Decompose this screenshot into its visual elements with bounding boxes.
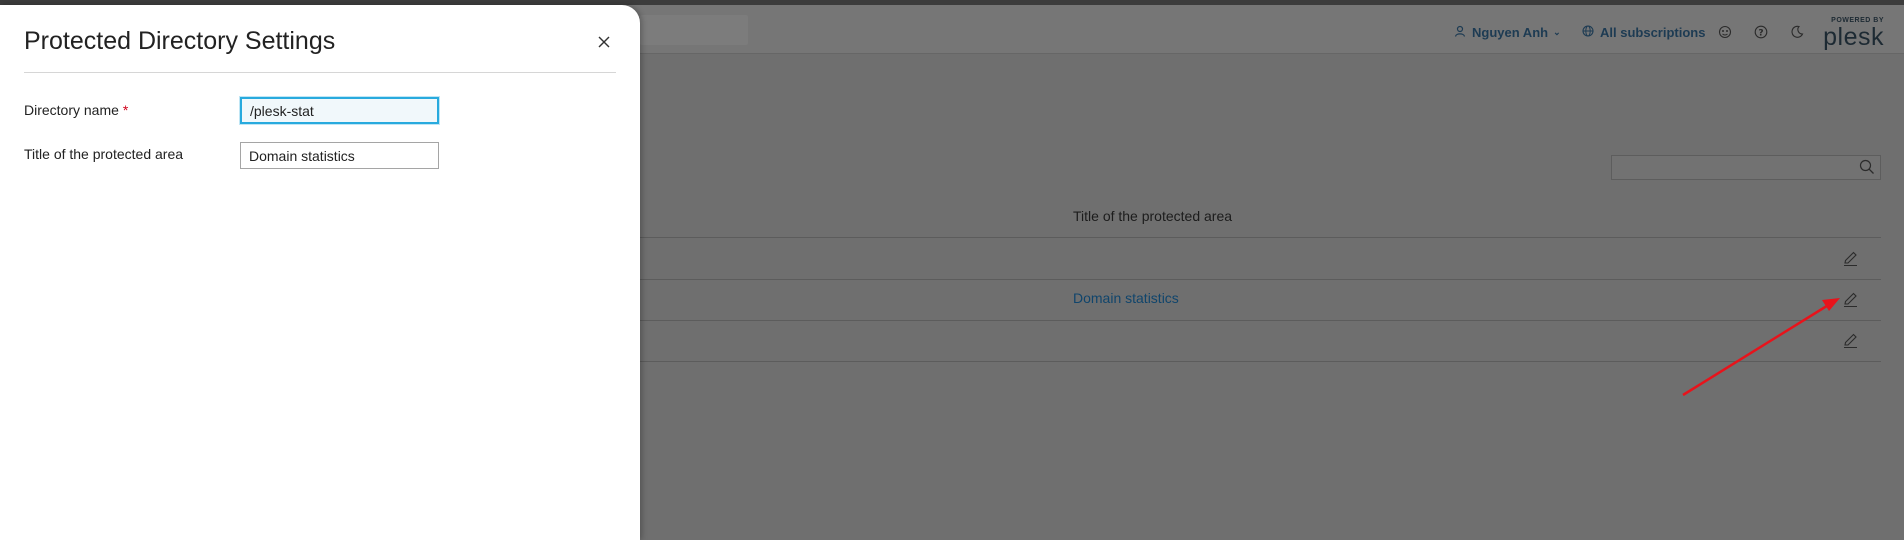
protected-area-title-input[interactable]: [240, 142, 439, 169]
protected-area-title-label: Title of the protected area: [24, 146, 184, 162]
protected-directory-dialog: Protected Directory Settings Directory n…: [0, 5, 640, 540]
required-indicator: *: [122, 102, 129, 118]
close-icon: [598, 35, 610, 53]
title-divider: [24, 72, 616, 73]
directory-name-label: Directory name *: [24, 102, 128, 118]
close-button[interactable]: [592, 32, 616, 56]
dialog-title: Protected Directory Settings: [24, 27, 336, 55]
directory-name-label-text: Directory name: [24, 102, 119, 118]
directory-name-input[interactable]: [240, 97, 439, 124]
